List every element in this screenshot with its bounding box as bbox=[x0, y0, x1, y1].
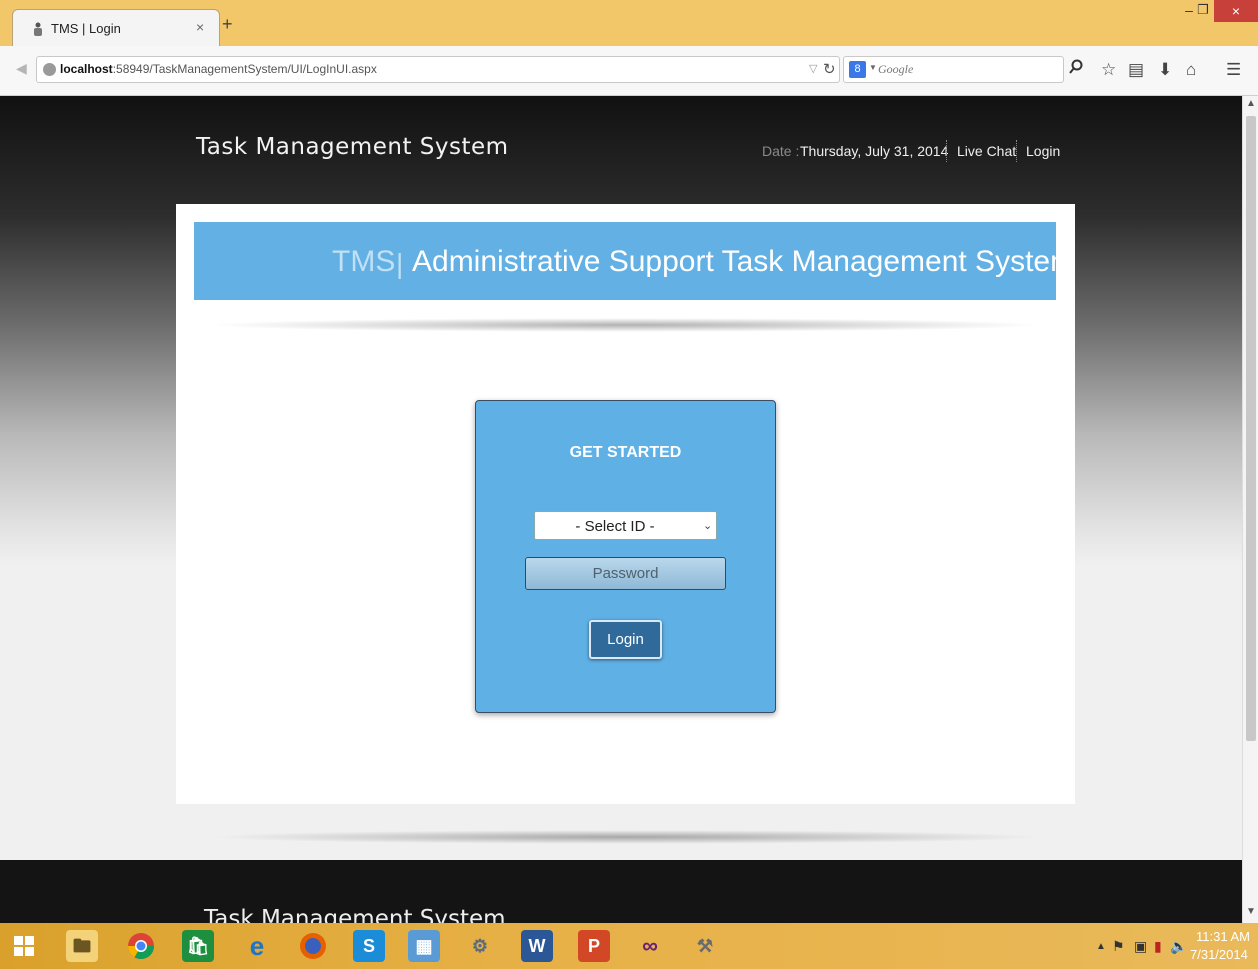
tray-volume-icon[interactable]: 🔈 bbox=[1170, 938, 1187, 955]
visual-studio-icon[interactable]: ∞ bbox=[634, 930, 666, 962]
search-bar[interactable]: 8 ▼ Google bbox=[843, 56, 1064, 83]
main-content-panel: TMS | Administrative Support Task Manage… bbox=[176, 204, 1075, 804]
bookmark-star-icon[interactable]: ☆ bbox=[1101, 60, 1116, 80]
scroll-thumb[interactable] bbox=[1246, 116, 1256, 741]
control-panel-icon[interactable]: ▦ bbox=[408, 930, 440, 962]
powerpoint-icon[interactable]: P bbox=[578, 930, 610, 962]
menu-icon[interactable]: ☰ bbox=[1226, 60, 1241, 80]
search-icon[interactable] bbox=[1068, 59, 1084, 75]
login-button[interactable]: Login bbox=[589, 620, 662, 659]
footer-title: Task Management System bbox=[204, 906, 506, 923]
firefox-icon[interactable] bbox=[297, 930, 329, 962]
google-search-engine-icon[interactable]: 8 bbox=[849, 61, 866, 78]
page-viewport: Task Management System Date : Thursday, … bbox=[0, 96, 1242, 923]
tools-icon[interactable]: ⚒ bbox=[689, 930, 721, 962]
divider-shadow bbox=[206, 830, 1046, 844]
divider-shadow bbox=[206, 318, 1046, 332]
window-maximize-button[interactable]: ❐ bbox=[1193, 2, 1213, 22]
search-engine-dropdown-icon[interactable]: ▼ bbox=[869, 63, 877, 72]
store-icon[interactable]: 🛍 bbox=[182, 930, 214, 962]
url-dropdown-icon[interactable]: ▽ bbox=[809, 62, 817, 75]
reload-icon[interactable]: ↻ bbox=[823, 60, 836, 78]
windows-taskbar: 🖿 🛍 e S ▦ ⚙ W P ∞ ⚒ ▲ ⚑ ▣ ▮ 🔈 11:31 AM 7… bbox=[0, 923, 1258, 969]
home-icon[interactable]: ⌂ bbox=[1186, 60, 1196, 80]
start-icon[interactable] bbox=[8, 930, 40, 962]
banner-separator: | bbox=[396, 248, 404, 279]
tray-expand-icon[interactable]: ▲ bbox=[1096, 941, 1106, 952]
tab-close-icon[interactable]: × bbox=[196, 19, 204, 35]
url-text: localhost:58949/TaskManagementSystem/UI/… bbox=[60, 62, 377, 76]
scroll-down-icon[interactable]: ▼ bbox=[1246, 906, 1256, 917]
tray-network-icon[interactable]: ▮ bbox=[1154, 938, 1162, 955]
file-explorer-icon[interactable]: 🖿 bbox=[66, 930, 98, 962]
downloads-icon[interactable]: ⬇ bbox=[1158, 60, 1172, 80]
date-value: Thursday, July 31, 2014 bbox=[800, 143, 949, 159]
skype-icon[interactable]: S bbox=[353, 930, 385, 962]
browser-titlebar: TMS | Login × + – ❐ × bbox=[0, 0, 1258, 46]
tab-favicon-icon bbox=[34, 22, 42, 36]
tab-title: TMS | Login bbox=[51, 21, 121, 36]
tray-display-icon[interactable]: ▣ bbox=[1134, 938, 1147, 955]
site-title: Task Management System bbox=[196, 134, 509, 160]
internet-explorer-icon[interactable]: e bbox=[241, 930, 273, 962]
date-label: Date : bbox=[762, 143, 800, 159]
word-icon[interactable]: W bbox=[521, 930, 553, 962]
browser-navbar: ◀ localhost:58949/TaskManagementSystem/U… bbox=[0, 46, 1258, 96]
search-placeholder: Google bbox=[878, 62, 914, 76]
clock-time[interactable]: 11:31 AM bbox=[1196, 929, 1250, 944]
globe-icon bbox=[43, 63, 56, 76]
select-id-dropdown[interactable]: - Select ID - ⌄ bbox=[534, 511, 717, 540]
page-footer: Task Management System bbox=[0, 860, 1242, 923]
header-separator bbox=[1016, 140, 1017, 162]
tray-flag-icon[interactable]: ⚑ bbox=[1112, 938, 1125, 955]
window-close-button[interactable]: × bbox=[1214, 0, 1258, 22]
banner-title: Administrative Support Task Management S… bbox=[412, 245, 1076, 278]
banner-abbreviation: TMS bbox=[332, 245, 396, 278]
live-chat-link[interactable]: Live Chat bbox=[957, 143, 1016, 159]
bookmarks-list-icon[interactable]: ▤ bbox=[1128, 60, 1144, 80]
new-tab-button[interactable]: + bbox=[222, 14, 233, 35]
chrome-icon[interactable] bbox=[125, 930, 157, 962]
clock-date[interactable]: 7/31/2014 bbox=[1190, 947, 1248, 962]
select-id-value: - Select ID - bbox=[575, 518, 655, 535]
page-banner: TMS | Administrative Support Task Manage… bbox=[194, 222, 1075, 300]
settings-icon[interactable]: ⚙ bbox=[464, 930, 496, 962]
browser-tab[interactable]: TMS | Login × bbox=[12, 9, 220, 46]
back-arrow-icon[interactable]: ◀ bbox=[16, 60, 27, 77]
header-login-link[interactable]: Login bbox=[1026, 143, 1060, 159]
vertical-scrollbar[interactable]: ▲ ▼ bbox=[1242, 96, 1258, 923]
password-field[interactable] bbox=[525, 557, 726, 590]
login-heading: GET STARTED bbox=[569, 444, 682, 461]
header-separator bbox=[946, 140, 947, 162]
chevron-down-icon: ⌄ bbox=[703, 520, 713, 532]
address-bar[interactable]: localhost:58949/TaskManagementSystem/UI/… bbox=[36, 56, 840, 83]
login-panel: GET STARTED - Select ID - ⌄ Login bbox=[475, 400, 776, 713]
scroll-up-icon[interactable]: ▲ bbox=[1246, 98, 1256, 109]
